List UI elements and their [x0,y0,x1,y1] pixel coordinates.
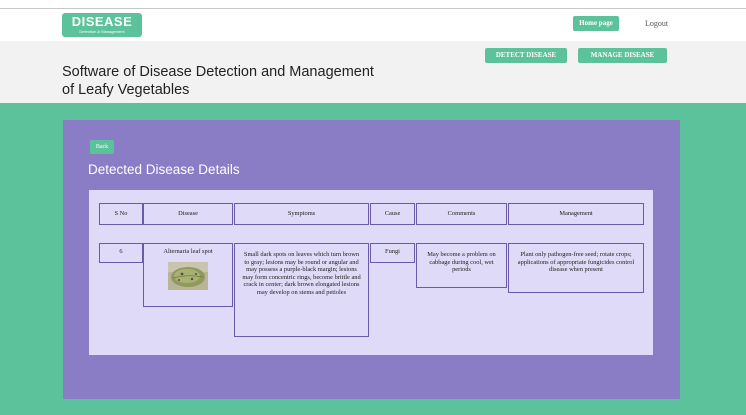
leaf-image [168,261,208,290]
logo[interactable]: DISEASE Detection & Management [62,13,142,37]
header-disease: Disease [143,203,233,225]
cell-symptoms: Small dark spots on leaves which turn br… [234,243,369,337]
navbar: DISEASE Detection & Management Home page… [0,9,746,41]
header-management: Management [508,203,644,225]
cell-cause: Fungi [370,243,415,263]
page-title-line-2: of Leafy Vegetables [62,82,190,98]
details-panel: Back Detected Disease Details S No Disea… [63,120,680,399]
detect-disease-button[interactable]: DETECT DISEASE [485,48,567,63]
disease-name: Alternaria leaf spot [163,248,213,255]
cell-disease: Alternaria leaf spot [143,243,233,307]
header-cause: Cause [370,203,415,225]
header-symptoms: Symptoms [234,203,369,225]
cell-comments: May become a problem on cabbage during c… [416,243,507,288]
header-comments: Comments [416,203,507,225]
logout-link[interactable]: Logout [645,16,668,31]
hero-section: DETECT DISEASE MANAGE DISEASE Software o… [0,41,746,103]
page-title-line-1: Software of Disease Detection and Manage… [62,64,374,80]
section-title: Detected Disease Details [88,162,240,177]
header-sno: S No [99,203,143,225]
page-title: Software of Disease Detection and Manage… [62,63,482,99]
logo-subtitle: Detection & Management [79,29,125,34]
logo-title: DISEASE [71,14,133,29]
manage-disease-button[interactable]: MANAGE DISEASE [578,48,667,63]
disease-table: S No Disease Symptoms Cause Comments Man… [89,190,653,355]
back-button[interactable]: Back [90,140,114,154]
cell-sno: 6 [99,243,143,263]
home-page-button[interactable]: Home page [573,16,619,31]
cell-management: Plant only pathogen-free seed; rotate cr… [508,243,644,293]
